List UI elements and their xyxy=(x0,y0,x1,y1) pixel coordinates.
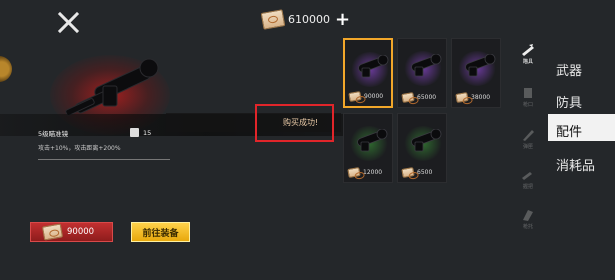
item-name: 5级瞄准镜 xyxy=(38,130,69,138)
item-price: 65000 xyxy=(401,92,436,103)
shop-item-card[interactable]: 12000 xyxy=(343,113,393,183)
currency-value: 610000 xyxy=(288,13,330,26)
cash-icon xyxy=(401,92,415,103)
shop-item-card[interactable]: 6500 xyxy=(397,113,447,183)
item-weight: 15 xyxy=(143,129,152,137)
item-price: 38000 xyxy=(455,92,490,103)
item-price: 12000 xyxy=(347,167,382,178)
tab-armor[interactable]: 防具 xyxy=(556,92,582,111)
item-description: 攻击+10%，攻击距离+200% xyxy=(38,145,121,152)
stock-icon xyxy=(523,210,533,221)
buy-button[interactable]: 90000 xyxy=(30,222,113,242)
grip-icon xyxy=(522,172,532,180)
cash-icon xyxy=(260,9,286,30)
weight-icon xyxy=(130,128,139,137)
scope-image xyxy=(357,129,388,152)
divider xyxy=(38,159,170,160)
medallion-icon xyxy=(0,56,12,82)
currency-display: 610000 + xyxy=(260,9,350,30)
tab-weapons[interactable]: 武器 xyxy=(556,60,582,79)
muzzle-icon xyxy=(524,88,532,98)
item-price: 6500 xyxy=(401,167,432,178)
scope-image xyxy=(411,54,442,77)
scope-icon xyxy=(522,44,534,56)
shop-item-card[interactable]: 65000 xyxy=(397,38,447,108)
cash-icon xyxy=(455,92,469,103)
go-equip-label: 前往装备 xyxy=(142,228,179,239)
cash-icon xyxy=(347,167,361,178)
buy-price: 90000 xyxy=(67,227,95,237)
item-price: 90000 xyxy=(348,91,383,102)
shop-item-card[interactable]: 90000 xyxy=(343,38,393,108)
cash-icon xyxy=(348,91,362,102)
scope-image xyxy=(465,54,496,77)
scope-image xyxy=(358,55,389,78)
tab-consumables[interactable]: 消耗品 xyxy=(556,155,595,174)
cash-icon xyxy=(401,167,415,178)
tab-attachments[interactable]: 配件 xyxy=(556,121,582,140)
category-stock[interactable]: 枪托 xyxy=(518,208,538,230)
plus-icon[interactable]: + xyxy=(335,10,350,28)
category-grip[interactable]: 握把 xyxy=(518,168,538,190)
category-magazine[interactable]: 弹匣 xyxy=(518,128,538,150)
shop-item-card[interactable]: 38000 xyxy=(451,38,501,108)
go-equip-button[interactable]: 前往装备 xyxy=(131,222,190,242)
toast-highlight-box xyxy=(255,104,334,142)
category-scope[interactable]: 瞄具 xyxy=(518,43,538,65)
scope-image xyxy=(411,129,442,152)
category-muzzle[interactable]: 枪口 xyxy=(518,86,538,108)
magazine-icon xyxy=(523,130,534,141)
close-icon[interactable] xyxy=(57,11,79,33)
cash-icon xyxy=(41,223,64,241)
